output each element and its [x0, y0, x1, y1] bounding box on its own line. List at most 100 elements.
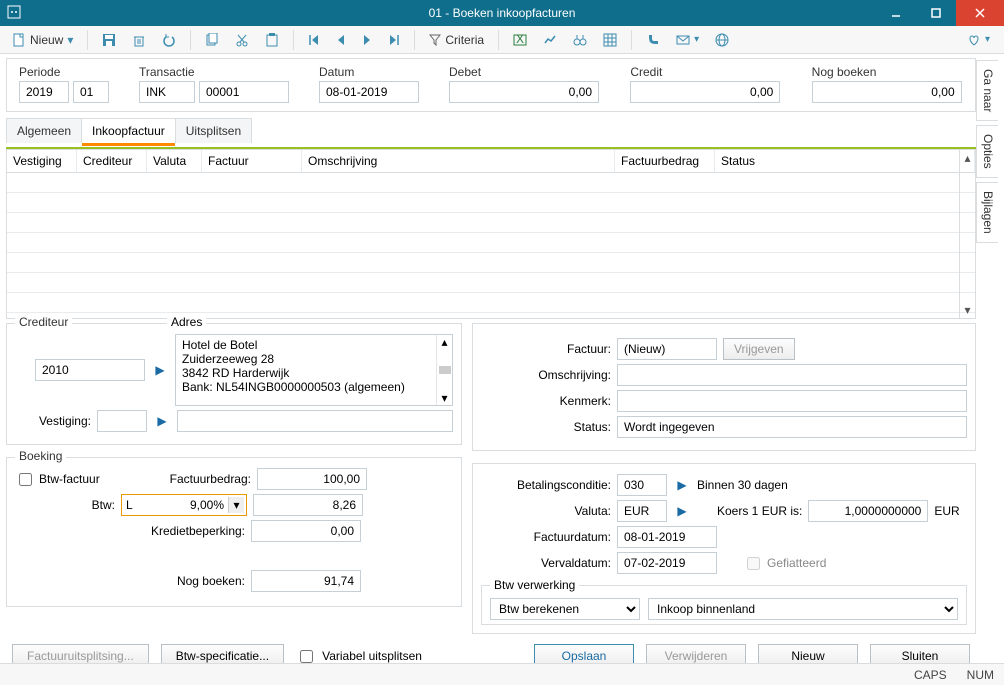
tab-inkoopfactuur[interactable]: Inkoopfactuur — [81, 118, 176, 143]
nav-first-icon[interactable] — [302, 31, 326, 49]
betalingsconditie-code-input[interactable] — [617, 474, 667, 496]
grid-icon[interactable] — [597, 30, 623, 50]
omschrijving-input[interactable] — [617, 364, 967, 386]
adres-scrollbar[interactable]: ▴▾ — [436, 335, 452, 405]
nog-boeken-display: 0,00 — [812, 81, 962, 103]
vrijgeven-button[interactable]: Vrijgeven — [723, 338, 795, 360]
tabs: Algemeen Inkoopfactuur Uitsplitsen — [6, 118, 976, 149]
betalingsconditie-label: Betalingsconditie: — [481, 478, 611, 492]
criteria-button[interactable]: Criteria — [423, 30, 490, 50]
kenmerk-input[interactable] — [617, 390, 967, 412]
statusbar: CAPS NUM — [0, 663, 1004, 685]
cut-icon[interactable] — [229, 30, 255, 50]
factuurdatum-label: Factuurdatum: — [481, 530, 611, 544]
credit-label: Credit — [630, 65, 781, 79]
sidetab-bijlagen[interactable]: Bijlagen — [976, 182, 998, 243]
factuur-group: Factuur: Vrijgeven Omschrijving: Kenmerk… — [472, 323, 976, 451]
factuurdatum-input[interactable] — [617, 526, 717, 548]
variabel-uitsplitsen-label: Variabel uitsplitsen — [322, 649, 422, 663]
nav-last-icon[interactable] — [382, 31, 406, 49]
factuurbedrag-input[interactable] — [257, 468, 367, 490]
close-button[interactable] — [956, 0, 1004, 26]
betaling-group: Betalingsconditie: ▶ Binnen 30 dagen Val… — [472, 463, 976, 634]
save-icon[interactable] — [96, 30, 122, 50]
btw-mode-select[interactable]: Btw berekenen — [490, 598, 640, 620]
btw-verwerking-legend: Btw verwerking — [490, 578, 579, 592]
datum-input[interactable]: 08-01-2019 — [319, 81, 419, 103]
chart-icon[interactable] — [537, 30, 563, 50]
btw-scope-select[interactable]: Inkoop binnenland — [648, 598, 958, 620]
svg-text:X: X — [516, 33, 524, 46]
valuta-lookup-icon[interactable]: ▶ — [673, 500, 691, 522]
variabel-uitsplitsen-checkbox[interactable] — [300, 650, 313, 663]
omschrijving-label: Omschrijving: — [481, 368, 611, 382]
favorite-icon[interactable]: ▾ — [961, 30, 996, 50]
col-status[interactable]: Status — [715, 150, 975, 172]
col-factuurbedrag[interactable]: Factuurbedrag — [615, 150, 715, 172]
kredietbeperking-input[interactable] — [251, 520, 361, 542]
nav-prev-icon[interactable] — [330, 31, 352, 49]
grid-scrollbar[interactable]: ▴ ▾ — [959, 150, 975, 318]
sidetab-ga-naar[interactable]: Ga naar — [976, 60, 998, 121]
nog-boeken-calc-display — [251, 570, 361, 592]
periode-year-input[interactable]: 2019 — [19, 81, 69, 103]
status-label: Status: — [481, 420, 611, 434]
boeking-legend: Boeking — [15, 449, 66, 463]
kenmerk-label: Kenmerk: — [481, 394, 611, 408]
toolbar: Nieuw ▾ Criteria X ▾ ▾ — [0, 26, 1004, 54]
undo-icon[interactable] — [156, 30, 182, 50]
invoice-grid[interactable]: Vestiging Crediteur Valuta Factuur Omsch… — [6, 149, 976, 319]
header-group: Periode 2019 01 Transactie INK 00001 Dat… — [6, 58, 976, 112]
binoculars-icon[interactable] — [567, 30, 593, 50]
periode-month-input[interactable]: 01 — [73, 81, 109, 103]
credit-display: 0,00 — [630, 81, 780, 103]
tab-algemeen[interactable]: Algemeen — [6, 118, 82, 143]
vestiging-lookup-icon[interactable]: ▶ — [153, 410, 171, 432]
grid-body[interactable] — [7, 173, 975, 313]
tab-uitsplitsen[interactable]: Uitsplitsen — [175, 118, 252, 143]
koers-unit: EUR — [934, 504, 959, 518]
datum-label: Datum — [319, 65, 419, 79]
minimize-button[interactable] — [876, 0, 916, 26]
col-vestiging[interactable]: Vestiging — [7, 150, 77, 172]
gefiatteerd-label: Gefiatteerd — [767, 556, 826, 570]
adres-line: Zuiderzeeweg 28 — [182, 352, 432, 366]
nieuw-button[interactable]: Nieuw ▾ — [6, 30, 79, 50]
mail-icon[interactable]: ▾ — [670, 30, 705, 50]
crediteur-code-input[interactable] — [35, 359, 145, 381]
excel-icon[interactable]: X — [507, 30, 533, 50]
col-crediteur[interactable]: Crediteur — [77, 150, 147, 172]
vervaldatum-input[interactable] — [617, 552, 717, 574]
globe-icon[interactable] — [709, 30, 735, 50]
adres-display: Hotel de Botel Zuiderzeeweg 28 3842 RD H… — [175, 334, 453, 406]
betalingsconditie-lookup-icon[interactable]: ▶ — [673, 474, 691, 496]
scroll-down-icon[interactable]: ▾ — [960, 302, 975, 318]
col-valuta[interactable]: Valuta — [147, 150, 202, 172]
betalingsconditie-tekst: Binnen 30 dagen — [697, 478, 788, 492]
scroll-up-icon[interactable]: ▴ — [960, 150, 975, 166]
copy-icon[interactable] — [199, 30, 225, 50]
koers-input[interactable] — [808, 500, 928, 522]
transactie-label: Transactie — [139, 65, 289, 79]
crediteur-lookup-icon[interactable]: ▶ — [151, 359, 169, 381]
sidetab-opties[interactable]: Opties — [976, 125, 998, 178]
transactie-type-input[interactable]: INK — [139, 81, 195, 103]
chevron-down-icon[interactable]: ▾ — [228, 497, 244, 513]
col-factuur[interactable]: Factuur — [202, 150, 302, 172]
btw-amount-input[interactable] — [253, 494, 363, 516]
vestiging-label: Vestiging: — [15, 414, 91, 428]
nav-next-icon[interactable] — [356, 31, 378, 49]
btw-factuur-checkbox[interactable] — [19, 473, 32, 486]
valuta-input[interactable] — [617, 500, 667, 522]
debet-display: 0,00 — [449, 81, 599, 103]
delete-icon[interactable] — [126, 30, 152, 50]
adres-line: Bank: NL54INGB0000000503 (algemeen) — [182, 380, 432, 394]
maximize-button[interactable] — [916, 0, 956, 26]
transactie-nr-input[interactable]: 00001 — [199, 81, 289, 103]
btw-select[interactable]: L 9,00% ▾ — [121, 494, 247, 516]
paste-icon[interactable] — [259, 30, 285, 50]
vestiging-input[interactable] — [97, 410, 147, 432]
col-omschrijving[interactable]: Omschrijving — [302, 150, 615, 172]
phone-icon[interactable] — [640, 30, 666, 50]
boeking-group: Boeking Btw-factuur Factuurbedrag: Btw: … — [6, 457, 462, 607]
